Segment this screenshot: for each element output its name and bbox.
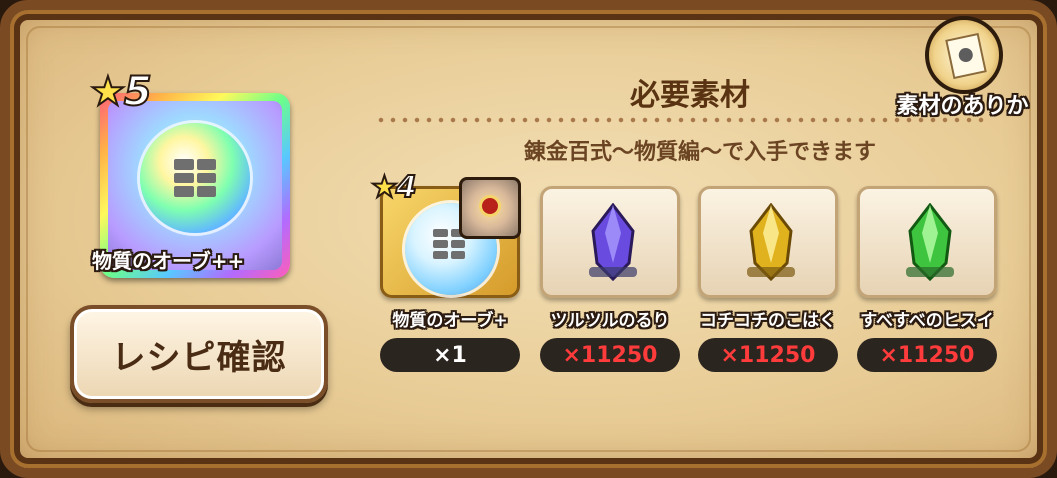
material-card: [857, 186, 997, 298]
material-quantity: ×11250: [698, 338, 838, 372]
material-rank-number: 4: [395, 170, 418, 205]
material-card: [698, 186, 838, 298]
result-item-rank: ★ 5: [89, 69, 153, 115]
material-rank: ★ 4: [370, 170, 418, 205]
material-location-button[interactable]: 素材のありか: [880, 16, 1045, 128]
materials-source-text: 錬金百式〜物質編〜で入手できます: [523, 140, 876, 165]
material-card: [540, 186, 680, 298]
rainbow-orb-icon: [140, 123, 250, 233]
result-item-rank-number: 5: [123, 69, 153, 115]
material-slot[interactable]: コチコチのこはく ×11250: [698, 186, 838, 372]
material-quantity: ×11250: [857, 338, 997, 372]
purple-crystal-icon: [589, 203, 637, 281]
scroll-sheet: [945, 32, 987, 80]
material-name: 物質のオーブ+: [392, 311, 508, 331]
scroll-icon: [925, 16, 1003, 94]
amber-crystal-icon: [747, 203, 795, 281]
monster-icon: [459, 177, 521, 239]
rank-star-icon: ★: [370, 170, 399, 205]
material-slot[interactable]: ★ 4 物質のオーブ+ ×1: [370, 172, 521, 372]
material-quantity: ×11250: [540, 338, 680, 372]
jade-crystal-icon: [906, 203, 954, 281]
material-name: ツルツルのるり: [550, 311, 670, 331]
result-item-name: 物質のオーブ++: [92, 249, 245, 273]
material-card: ★ 4: [370, 172, 521, 298]
recipe-confirm-button[interactable]: レシピ確認: [70, 305, 328, 403]
material-name: コチコチのこはく: [700, 311, 836, 331]
brick-icon: [174, 159, 216, 197]
required-materials-title: 必要素材: [630, 78, 750, 113]
rank-star-icon: ★: [89, 69, 127, 115]
material-slot[interactable]: すべすべのヒスイ ×11250: [857, 186, 997, 372]
material-name: すべすべのヒスイ: [860, 311, 994, 331]
material-quantity: ×1: [380, 338, 520, 372]
material-location-label: 素材のありか: [896, 94, 1029, 119]
material-slot[interactable]: ツルツルのるり ×11250: [540, 186, 680, 372]
